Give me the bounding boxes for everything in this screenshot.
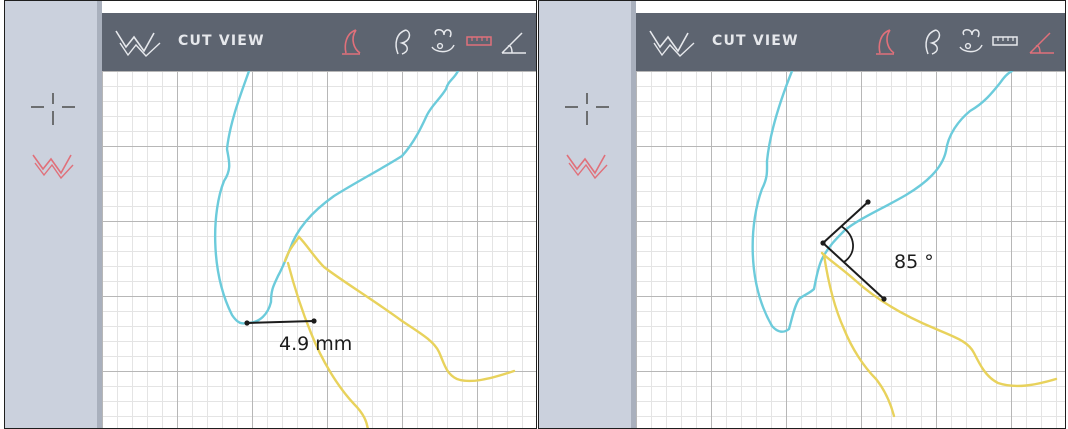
cut-tool-icon[interactable]: [876, 29, 895, 55]
cut-view-canvas[interactable]: 85 °: [636, 71, 1065, 428]
tool-rail: [5, 1, 97, 428]
crosshair-icon[interactable]: [565, 93, 609, 125]
segment-tool-icon[interactable]: [395, 29, 411, 55]
cut-profile-icon[interactable]: [31, 149, 75, 181]
header-toolbar: [876, 29, 1054, 55]
cut-tool-icon[interactable]: [342, 29, 361, 55]
soft-tissue-outline: [751, 71, 1014, 333]
tool-rail: [539, 1, 631, 428]
cut-view-header: CUT VIEW: [102, 13, 536, 71]
cut-view-canvas[interactable]: 4.9 mm: [102, 71, 536, 428]
segment-tool-icon[interactable]: [925, 29, 941, 55]
bone-outline-upper: [283, 235, 516, 383]
cut-view-header: CUT VIEW: [636, 13, 1065, 71]
cut-view-panel-left: CUT VIEW 4.9 mm: [4, 0, 537, 429]
crosshair-icon[interactable]: [31, 93, 75, 125]
header-title: CUT VIEW: [178, 33, 265, 49]
cross-section-drawing: [751, 71, 1058, 418]
ruler-tool-icon[interactable]: [466, 36, 492, 46]
header-title: CUT VIEW: [712, 33, 799, 49]
tooth-tool-icon[interactable]: [959, 29, 983, 53]
angle-tool-icon[interactable]: [501, 32, 526, 54]
header-toolbar: [342, 29, 526, 55]
angle-label: 85 °: [894, 251, 934, 273]
cut-profile-icon[interactable]: [565, 149, 609, 181]
distance-label: 4.9 mm: [279, 333, 353, 355]
bone-outline-upper: [820, 251, 1058, 388]
tooth-tool-icon[interactable]: [431, 29, 455, 53]
cut-view-logo-icon: [649, 30, 695, 57]
cut-view-panel-right: CUT VIEW 85 °: [538, 0, 1066, 429]
ruler-tool-icon[interactable]: [992, 36, 1018, 46]
soft-tissue-outline: [214, 71, 460, 325]
bone-outline-lower: [822, 253, 896, 418]
cross-section-drawing: [214, 71, 516, 428]
cut-view-logo-icon: [115, 30, 161, 57]
angle-tool-icon[interactable]: [1029, 32, 1054, 54]
